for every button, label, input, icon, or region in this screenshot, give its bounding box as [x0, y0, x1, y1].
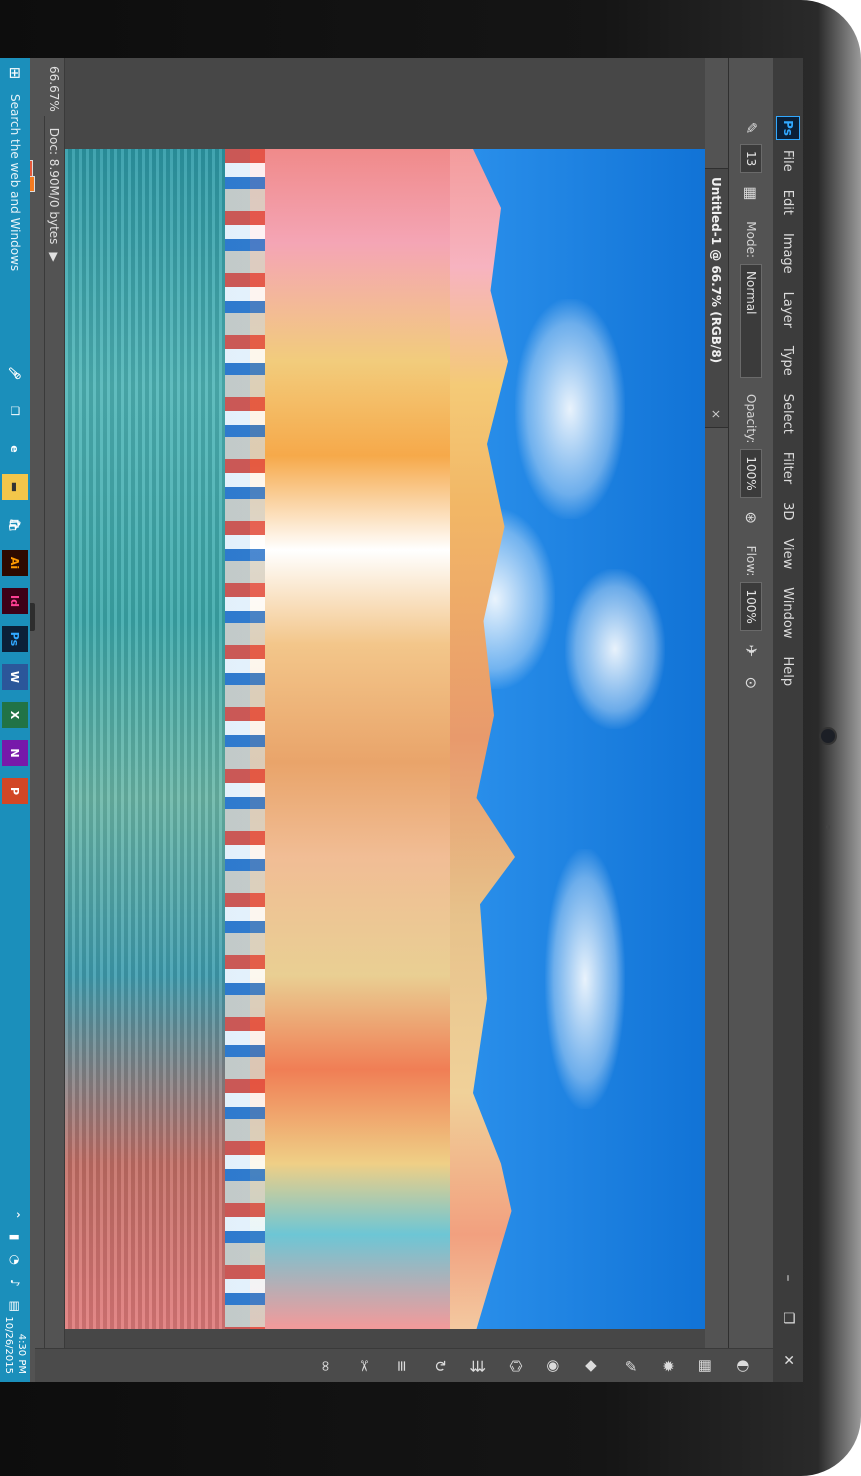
cloud — [515, 299, 625, 519]
colorful-buildings — [250, 149, 450, 1329]
menu-help[interactable]: Help — [781, 657, 796, 687]
zoom-level[interactable]: 66.67% — [47, 66, 61, 112]
panel-dock: ◐ ▦ ✹ ✐ ◆ ◉ ⌬ ⇶ ↻ ≡ ✂ ∞ — [35, 1348, 773, 1382]
opacity-field[interactable]: 100% — [740, 449, 762, 498]
menu-file[interactable]: File — [781, 150, 796, 172]
clock-time: 4:30 PM — [16, 1333, 27, 1374]
brush-presets-icon[interactable]: ✐ — [617, 1353, 643, 1379]
menu-3d[interactable]: 3D — [781, 502, 796, 520]
image-canvas[interactable] — [65, 149, 705, 1329]
close-button[interactable]: ✕ — [773, 1340, 803, 1380]
restore-button[interactable]: ❐ — [773, 1298, 803, 1338]
history-icon[interactable]: ⇶ — [465, 1353, 491, 1379]
chevron-up-icon[interactable]: ⌃ — [8, 1210, 22, 1220]
harbor-water — [65, 149, 225, 1329]
character-icon[interactable]: ≡ — [389, 1353, 415, 1379]
pressure-opacity-icon[interactable]: ⊛ — [741, 508, 761, 528]
clock-date: 10/26/2015 — [3, 1316, 14, 1374]
cloud — [545, 849, 625, 1109]
pressure-size-icon[interactable]: ⊙ — [741, 673, 761, 693]
mode-label: Mode: — [744, 221, 758, 259]
menu-layer[interactable]: Layer — [781, 292, 796, 328]
microphone-icon[interactable]: 🎤︎ — [2, 360, 28, 386]
menu-edit[interactable]: Edit — [781, 190, 796, 215]
properties-icon[interactable]: ↻ — [427, 1353, 453, 1379]
clock[interactable]: 4:30 PM 10/26/2015 — [2, 1316, 28, 1374]
tablet-device: Ps File Edit Image Layer Type Select Fil… — [0, 0, 861, 1476]
options-bar: ✎ 13 ▦ Mode: Normal Opacity: 100% ⊛ Flow… — [728, 58, 773, 1382]
brush-panel-toggle-icon[interactable]: ▦ — [741, 183, 761, 203]
libraries-icon[interactable]: ∞ — [313, 1353, 339, 1379]
cloud — [565, 569, 665, 729]
search-box[interactable]: Search the web and Windows — [8, 94, 22, 354]
task-view-icon[interactable]: ❐ — [2, 398, 28, 424]
status-menu-icon[interactable]: ▶ — [47, 252, 61, 261]
brush-tool-preset-icon[interactable]: ✎ — [741, 118, 761, 138]
indesign-icon[interactable]: Id — [2, 588, 28, 614]
onenote-icon[interactable]: N — [2, 740, 28, 766]
canvas-area — [65, 58, 705, 1348]
buildings-skyline — [445, 149, 515, 1329]
swatches-icon[interactable]: ▦ — [693, 1353, 719, 1379]
screen: Ps File Edit Image Layer Type Select Fil… — [0, 58, 803, 1382]
battery-icon[interactable]: ▮ — [8, 1234, 22, 1241]
wifi-icon[interactable]: ◔ — [8, 1255, 22, 1265]
start-button[interactable]: ⊞ — [0, 58, 30, 88]
color-wheel-icon[interactable]: ◐ — [731, 1353, 757, 1379]
word-icon[interactable]: W — [2, 664, 28, 690]
edge-icon[interactable]: e — [2, 436, 28, 462]
store-icon[interactable]: 🛍︎ — [2, 512, 28, 538]
status-bar: 66.67% Doc: 8.90M/0 bytes ▶ — [44, 58, 65, 1348]
document-close-icon[interactable]: × — [709, 409, 723, 419]
menu-bar: Ps File Edit Image Layer Type Select Fil… — [773, 58, 803, 1382]
minimize-button[interactable]: – — [773, 1258, 803, 1298]
adjustments-icon[interactable]: ✹ — [655, 1353, 681, 1379]
file-explorer-icon[interactable]: ▬ — [2, 474, 28, 500]
photoshop-taskbar-icon[interactable]: Ps — [2, 626, 28, 652]
illustrator-icon[interactable]: Ai — [2, 550, 28, 576]
notifications-icon[interactable]: ▤ — [8, 1301, 22, 1312]
opacity-label: Opacity: — [744, 394, 758, 444]
menu-view[interactable]: View — [781, 538, 796, 569]
mode-select[interactable]: Normal — [740, 264, 762, 379]
tools-icon[interactable]: ✂ — [351, 1353, 377, 1379]
document-tab[interactable]: Untitled-1 @ 66.7% (RGB/8) × — [703, 168, 729, 428]
menu-filter[interactable]: Filter — [781, 452, 796, 484]
menu-window[interactable]: Window — [781, 587, 796, 638]
brush-size-field[interactable]: 13 — [740, 144, 762, 174]
document-title: Untitled-1 @ 66.7% (RGB/8) — [709, 177, 723, 364]
front-camera — [819, 727, 837, 745]
menu-image[interactable]: Image — [781, 233, 796, 274]
windows-taskbar: ⊞ Search the web and Windows 🎤︎ ❐ e ▬ 🛍︎… — [0, 58, 30, 1382]
menu-type[interactable]: Type — [781, 346, 796, 376]
shapes-icon[interactable]: ◆ — [579, 1353, 605, 1379]
paths-icon[interactable]: ⌬ — [503, 1353, 529, 1379]
flow-label: Flow: — [744, 545, 758, 577]
ambient-sensor — [826, 825, 830, 829]
excel-icon[interactable]: X — [2, 702, 28, 728]
airbrush-icon[interactable]: ✈ — [741, 641, 761, 661]
doc-size-info[interactable]: Doc: 8.90M/0 bytes — [47, 128, 61, 245]
flow-field[interactable]: 100% — [740, 582, 762, 631]
volume-icon[interactable]: ♪ — [8, 1279, 22, 1287]
menu-select[interactable]: Select — [781, 394, 796, 434]
photoshop-logo: Ps — [776, 116, 800, 140]
layers-icon[interactable]: ◉ — [541, 1353, 567, 1379]
system-tray: ⌃ ▮ ◔ ♪ ▤ — [0, 1196, 30, 1312]
powerpoint-icon[interactable]: P — [2, 778, 28, 804]
